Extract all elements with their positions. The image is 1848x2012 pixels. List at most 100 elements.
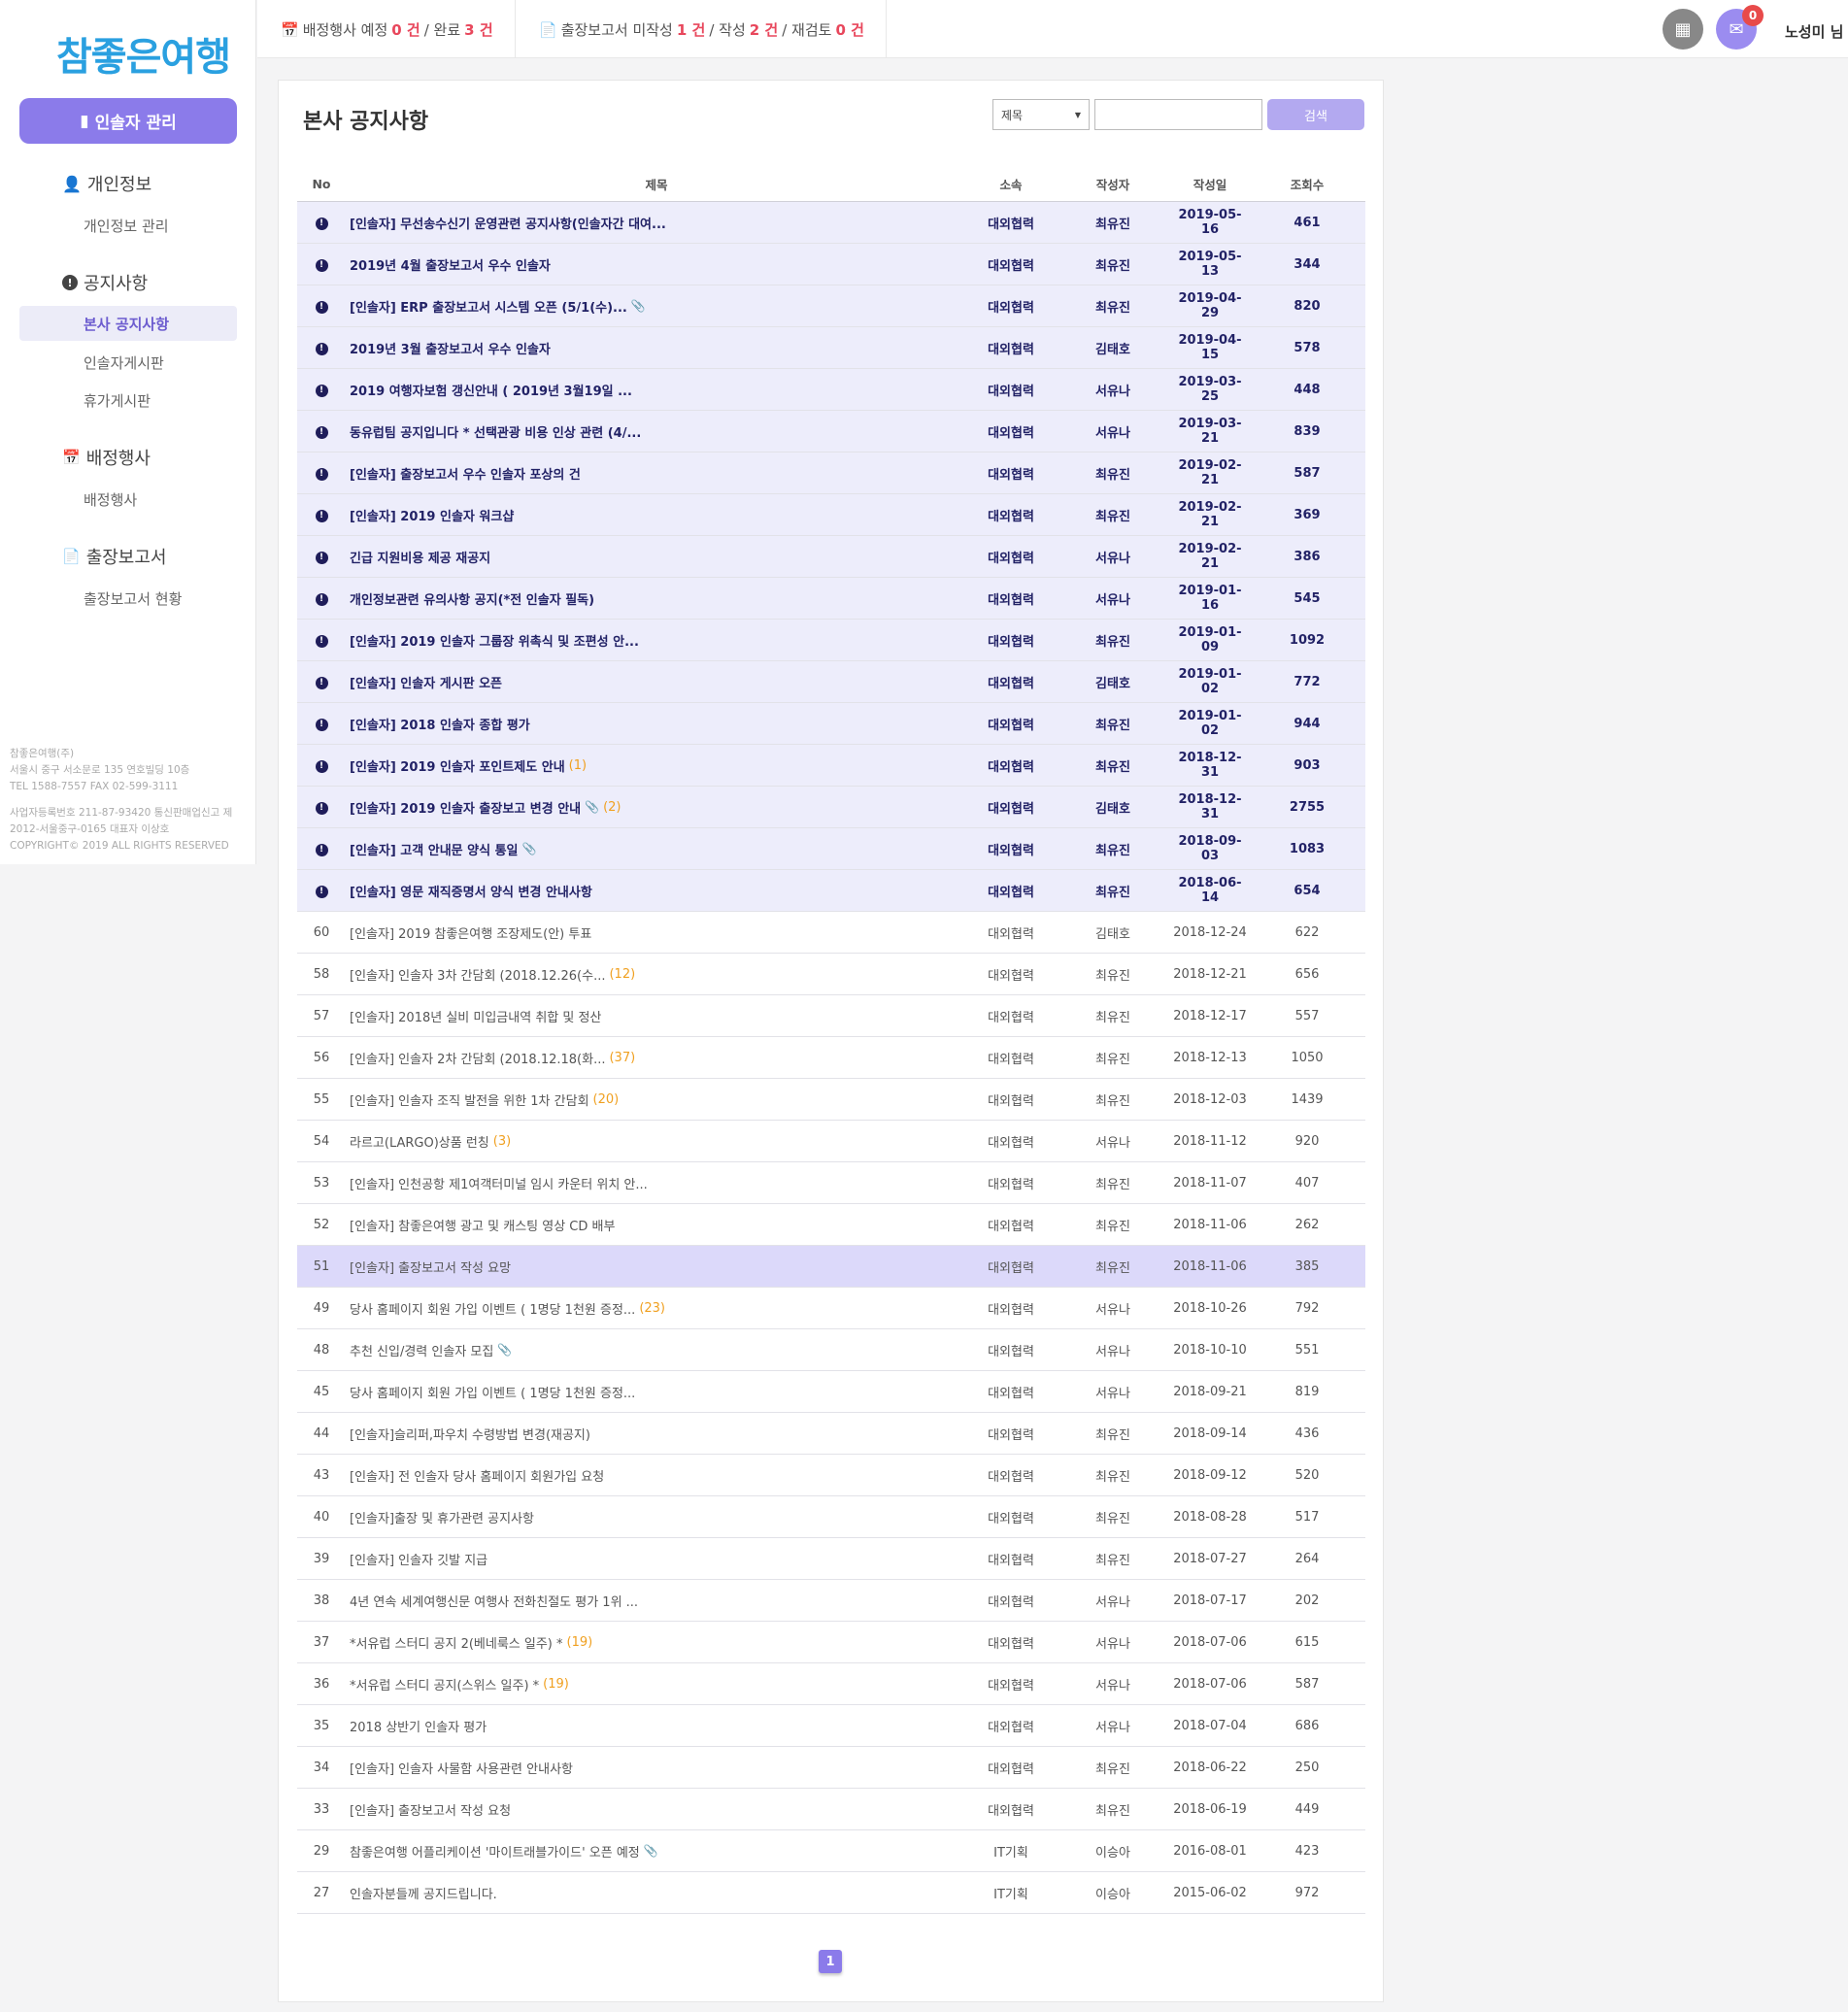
notice-row[interactable]: ! [인솔자] 무선송수신기 운영관련 공지사항(인솔자간 대여... 대외협력 최유… (297, 202, 1365, 244)
post-title-cell[interactable]: [인솔자] 2019 인솔자 워크샵 (346, 506, 967, 524)
post-title-cell[interactable]: 2019년 4월 출장보고서 우수 인솔자 (346, 255, 967, 274)
post-title-cell[interactable]: [인솔자] 출장보고서 작성 요망 (346, 1258, 967, 1276)
event-status[interactable]: 📅 배정행사 예정 0 건 / 완료 3 건 (281, 19, 493, 40)
post-title-cell[interactable]: [인솔자] 출장보고서 우수 인솔자 포상의 건 (346, 464, 967, 483)
post-row[interactable]: 39 [인솔자] 인솔자 깃발 지급 대외협력 최유진 2018-07-27 264 (297, 1538, 1365, 1580)
post-title-link[interactable]: 당사 홈페이지 회원 가입 이벤트 ( 1명당 1천원 증정... (350, 1299, 635, 1318)
notice-row[interactable]: ! [인솔자] 2019 인솔자 포인트제도 안내 (1) 대외협력 최유진 2018-1… (297, 745, 1365, 787)
post-title-link[interactable]: [인솔자] 인솔자 2차 간담회 (2018.12.18(화... (350, 1049, 605, 1067)
nav-item-personal-info[interactable]: 개인정보 관리 (84, 216, 169, 236)
post-title-cell[interactable]: [인솔자] 무선송수신기 운영관련 공지사항(인솔자간 대여... (346, 214, 967, 232)
guide-manager-button[interactable]: ▮ 인솔자 관리 (19, 98, 237, 144)
post-title-link[interactable]: *서유럽 스터디 공지 2(베네룩스 일주) * (350, 1633, 563, 1652)
search-input[interactable] (1094, 99, 1262, 130)
nav-section-reports[interactable]: 📄 출장보고서 (62, 544, 167, 569)
post-title-link[interactable]: [인솔자] 2019 인솔자 그룹장 위촉식 및 조편성 안... (350, 631, 639, 650)
post-title-link[interactable]: [인솔자] 인솔자 조직 발전을 위한 1차 간담회 (350, 1090, 589, 1109)
post-title-link[interactable]: [인솔자] 2019 인솔자 워크샵 (350, 506, 514, 524)
post-title-cell[interactable]: [인솔자] 전 인솔자 당사 홈페이지 회원가입 요청 (346, 1466, 967, 1485)
post-row[interactable]: 36 *서유럽 스터디 공지(스위스 일주) * (19) 대외협력 서유나 2018-0… (297, 1663, 1365, 1705)
user-name[interactable]: 노성미 님 (1785, 21, 1843, 42)
post-title-link[interactable]: [인솔자] ERP 출장보고서 시스템 오픈 (5/1(수)... (350, 297, 627, 316)
post-title-link[interactable]: [인솔자] 인천공항 제1여객터미널 임시 카운터 위치 안... (350, 1174, 648, 1192)
post-title-link[interactable]: [인솔자]슬리퍼,파우치 수령방법 변경(재공지) (350, 1425, 590, 1443)
post-row[interactable]: 48 추천 신입/경력 인솔자 모집 📎 대외협력 서유나 2018-10-10 551 (297, 1329, 1365, 1371)
post-row[interactable]: 35 2018 상반기 인솔자 평가 대외협력 서유나 2018-07-04 686 (297, 1705, 1365, 1747)
nav-section-notice[interactable]: ! 공지사항 (62, 270, 148, 295)
post-title-link[interactable]: [인솔자] 인솔자 깃발 지급 (350, 1550, 487, 1568)
nav-section-events[interactable]: 📅 배정행사 (62, 445, 151, 470)
post-title-link[interactable]: [인솔자] 인솔자 게시판 오픈 (350, 673, 502, 691)
post-row[interactable]: 51 [인솔자] 출장보고서 작성 요망 대외협력 최유진 2018-11-06 385 (297, 1246, 1365, 1288)
notice-row[interactable]: ! 2019 여행자보험 갱신안내 ( 2019년 3월19일 ... 대외협력 서유… (297, 369, 1365, 411)
nav-item-events[interactable]: 배정행사 (84, 489, 137, 510)
post-title-cell[interactable]: 인솔자분들께 공지드립니다. (346, 1884, 967, 1902)
logo[interactable]: 참좋은여행 (56, 25, 231, 82)
post-title-link[interactable]: 2018 상반기 인솔자 평가 (350, 1717, 487, 1735)
page-1-button[interactable]: 1 (819, 1950, 842, 1973)
post-title-link[interactable]: [인솔자] 인솔자 3차 간담회 (2018.12.26(수... (350, 965, 605, 984)
notice-row[interactable]: ! [인솔자] 인솔자 게시판 오픈 대외협력 김태호 2019-01-02 772 (297, 661, 1365, 703)
search-button[interactable]: 검색 (1267, 99, 1364, 130)
notice-row[interactable]: ! [인솔자] 2019 인솔자 출장보고 변경 안내 📎 (2) 대외협력 김태호 201… (297, 787, 1365, 828)
post-title-cell[interactable]: *서유럽 스터디 공지(스위스 일주) * (19) (346, 1675, 967, 1693)
post-title-link[interactable]: 당사 홈페이지 회원 가입 이벤트 ( 1명당 1천원 증정... (350, 1383, 635, 1401)
post-row[interactable]: 49 당사 홈페이지 회원 가입 이벤트 ( 1명당 1천원 증정... (23) 대… (297, 1288, 1365, 1329)
post-title-link[interactable]: [인솔자] 2019 인솔자 포인트제도 안내 (350, 756, 565, 775)
search-field-select[interactable]: 제목 ▼ (992, 99, 1090, 130)
post-title-link[interactable]: [인솔자] 출장보고서 우수 인솔자 포상의 건 (350, 464, 581, 483)
notice-row[interactable]: ! [인솔자] 2019 인솔자 워크샵 대외협력 최유진 2019-02-21 369 (297, 494, 1365, 536)
notice-row[interactable]: ! [인솔자] 2019 인솔자 그룹장 위촉식 및 조편성 안... 대외협력 최유… (297, 620, 1365, 661)
post-title-cell[interactable]: *서유럽 스터디 공지 2(베네룩스 일주) * (19) (346, 1633, 967, 1652)
post-title-link[interactable]: 인솔자분들께 공지드립니다. (350, 1884, 497, 1902)
notice-row[interactable]: ! [인솔자] 출장보고서 우수 인솔자 포상의 건 대외협력 최유진 2019-02-… (297, 453, 1365, 494)
post-title-cell[interactable]: [인솔자] 인솔자 2차 간담회 (2018.12.18(화... (37) (346, 1049, 967, 1067)
post-title-link[interactable]: 긴급 지원비용 제공 재공지 (350, 548, 490, 566)
post-title-cell[interactable]: [인솔자] ERP 출장보고서 시스템 오픈 (5/1(수)... 📎 (346, 297, 967, 316)
post-title-link[interactable]: [인솔자] 2019 인솔자 출장보고 변경 안내 (350, 798, 581, 817)
post-title-cell[interactable]: 2019 여행자보험 갱신안내 ( 2019년 3월19일 ... (346, 381, 967, 399)
post-title-cell[interactable]: 동유럽팀 공지입니다 * 선택관광 비용 인상 관련 (4/... (346, 422, 967, 441)
post-title-cell[interactable]: [인솔자] 인솔자 깃발 지급 (346, 1550, 967, 1568)
post-row[interactable]: 54 라르고(LARGO)상품 런칭 (3) 대외협력 서유나 2018-11-12 920 (297, 1121, 1365, 1162)
post-row[interactable]: 37 *서유럽 스터디 공지 2(베네룩스 일주) * (19) 대외협력 서유나 201… (297, 1622, 1365, 1663)
post-title-link[interactable]: 4년 연속 세계여행신문 여행사 전화친절도 평가 1위 ... (350, 1592, 638, 1610)
post-title-link[interactable]: [인솔자] 2019 참좋은여행 조장제도(안) 투표 (350, 923, 591, 942)
post-title-cell[interactable]: [인솔자] 출장보고서 작성 요청 (346, 1800, 967, 1819)
post-title-link[interactable]: 참좋은여행 어플리케이션 '마이트래블가이드' 오픈 예정 (350, 1842, 640, 1861)
post-title-cell[interactable]: 라르고(LARGO)상품 런칭 (3) (346, 1132, 967, 1151)
post-title-cell[interactable]: 추천 신입/경력 인솔자 모집 📎 (346, 1341, 967, 1359)
post-row[interactable]: 58 [인솔자] 인솔자 3차 간담회 (2018.12.26(수... (12) 대… (297, 954, 1365, 995)
post-title-link[interactable]: *서유럽 스터디 공지(스위스 일주) * (350, 1675, 539, 1693)
post-title-cell[interactable]: [인솔자]슬리퍼,파우치 수령방법 변경(재공지) (346, 1425, 967, 1443)
post-title-cell[interactable]: 긴급 지원비용 제공 재공지 (346, 548, 967, 566)
post-title-link[interactable]: 동유럽팀 공지입니다 * 선택관광 비용 인상 관련 (4/... (350, 422, 641, 441)
post-title-link[interactable]: [인솔자] 고객 안내문 양식 통일 (350, 840, 519, 858)
post-title-link[interactable]: [인솔자] 2018 인솔자 종합 평가 (350, 715, 530, 733)
notice-row[interactable]: ! [인솔자] ERP 출장보고서 시스템 오픈 (5/1(수)... 📎 대외협력 최… (297, 285, 1365, 327)
post-row[interactable]: 52 [인솔자] 참좋은여행 광고 및 캐스팅 영상 CD 배부 대외협력 최유진 20… (297, 1204, 1365, 1246)
post-title-cell[interactable]: [인솔자] 2019 인솔자 포인트제도 안내 (1) (346, 756, 967, 775)
post-title-cell[interactable]: 참좋은여행 어플리케이션 '마이트래블가이드' 오픈 예정 📎 (346, 1842, 967, 1861)
post-title-link[interactable]: [인솔자] 2018년 실비 미입금내역 취합 및 정산 (350, 1007, 601, 1025)
post-row[interactable]: 34 [인솔자] 인솔자 사물함 사용관련 안내사항 대외협력 최유진 2018-06-… (297, 1747, 1365, 1789)
post-title-cell[interactable]: 2018 상반기 인솔자 평가 (346, 1717, 967, 1735)
notice-row[interactable]: ! [인솔자] 영문 재직증명서 양식 변경 안내사항 대외협력 최유진 2018-06… (297, 870, 1365, 912)
building-button[interactable]: ▦ (1663, 9, 1703, 50)
post-title-cell[interactable]: [인솔자] 고객 안내문 양식 통일 📎 (346, 840, 967, 858)
notice-row[interactable]: ! 긴급 지원비용 제공 재공지 대외협력 서유나 2019-02-21 386 (297, 536, 1365, 578)
post-title-cell[interactable]: [인솔자] 2019 인솔자 그룹장 위촉식 및 조편성 안... (346, 631, 967, 650)
post-title-cell[interactable]: [인솔자] 인솔자 게시판 오픈 (346, 673, 967, 691)
post-title-cell[interactable]: [인솔자]출장 및 휴가관련 공지사항 (346, 1508, 967, 1526)
post-title-link[interactable]: [인솔자] 무선송수신기 운영관련 공지사항(인솔자간 대여... (350, 214, 666, 232)
post-row[interactable]: 44 [인솔자]슬리퍼,파우치 수령방법 변경(재공지) 대외협력 최유진 2018-0… (297, 1413, 1365, 1455)
post-title-cell[interactable]: [인솔자] 2018년 실비 미입금내역 취합 및 정산 (346, 1007, 967, 1025)
post-title-link[interactable]: 2019년 3월 출장보고서 우수 인솔자 (350, 339, 551, 357)
nav-item-vacation-board[interactable]: 휴가게시판 (84, 390, 151, 411)
post-title-cell[interactable]: 당사 홈페이지 회원 가입 이벤트 ( 1명당 1천원 증정... (346, 1383, 967, 1401)
post-row[interactable]: 57 [인솔자] 2018년 실비 미입금내역 취합 및 정산 대외협력 최유진 201… (297, 995, 1365, 1037)
post-title-link[interactable]: 라르고(LARGO)상품 런칭 (350, 1132, 489, 1151)
post-title-link[interactable]: [인솔자]출장 및 휴가관련 공지사항 (350, 1508, 534, 1526)
post-title-cell[interactable]: 4년 연속 세계여행신문 여행사 전화친절도 평가 1위 ... (346, 1592, 967, 1610)
post-title-link[interactable]: 2019년 4월 출장보고서 우수 인솔자 (350, 255, 551, 274)
